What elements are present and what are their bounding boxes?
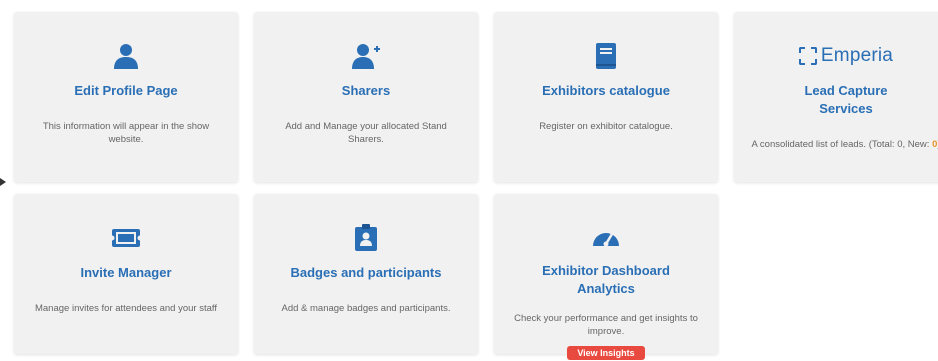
card-title: Lead Capture Services bbox=[804, 83, 888, 116]
ticket-icon bbox=[110, 222, 142, 254]
card-sharers[interactable]: Sharers Add and Manage your allocated St… bbox=[254, 12, 478, 182]
emperia-logo: Emperia bbox=[798, 40, 894, 72]
card-exhibitors-catalogue[interactable]: Exhibitors catalogue Register on exhibit… bbox=[494, 12, 718, 182]
emperia-logo-mark bbox=[798, 47, 817, 65]
card-title: Badges and participants bbox=[290, 265, 442, 280]
card-description: Add and Manage your allocated Stand Shar… bbox=[285, 121, 447, 145]
card-title: Edit Profile Page bbox=[74, 83, 178, 98]
card-description: Check your performance and get insights … bbox=[514, 313, 698, 337]
card-badges-and-participants[interactable]: Badges and participants Add & manage bad… bbox=[254, 194, 478, 354]
card-title: Sharers bbox=[341, 83, 391, 98]
card-description: A consolidated list of leads. (Total: 0,… bbox=[751, 138, 938, 151]
id-badge-icon bbox=[350, 222, 382, 254]
emperia-logo-text: Emperia bbox=[820, 45, 894, 66]
card-exhibitor-dashboard-analytics[interactable]: Exhibitor Dashboard Analytics Check your… bbox=[494, 194, 718, 360]
card-title: Invite Manager bbox=[80, 265, 172, 280]
user-icon bbox=[110, 40, 142, 72]
card-invite-manager[interactable]: Invite Manager Manage invites for attend… bbox=[14, 194, 238, 354]
view-insights-button[interactable]: View Insights bbox=[567, 346, 645, 360]
card-description: This information will appear in the show… bbox=[42, 121, 210, 145]
card-description: Add & manage badges and participants. bbox=[281, 303, 451, 314]
card-edit-profile-page[interactable]: Edit Profile Page This information will … bbox=[14, 12, 238, 182]
desc-text: A consolidated list of leads. (Total: 0,… bbox=[751, 139, 933, 150]
dashboard-grid: Edit Profile Page This information will … bbox=[14, 12, 938, 360]
book-icon bbox=[590, 40, 622, 72]
arrow-right-icon bbox=[0, 178, 6, 186]
card-title: Exhibitors catalogue bbox=[542, 83, 670, 98]
card-description: Manage invites for attendees and your st… bbox=[34, 303, 218, 314]
card-title: Exhibitor Dashboard Analytics bbox=[542, 263, 670, 296]
user-plus-icon bbox=[350, 40, 382, 72]
card-description: Register on exhibitor catalogue. bbox=[539, 121, 673, 132]
gauge-icon bbox=[590, 222, 622, 252]
card-lead-capture-services[interactable]: Emperia Lead Capture Services A consolid… bbox=[734, 12, 938, 182]
